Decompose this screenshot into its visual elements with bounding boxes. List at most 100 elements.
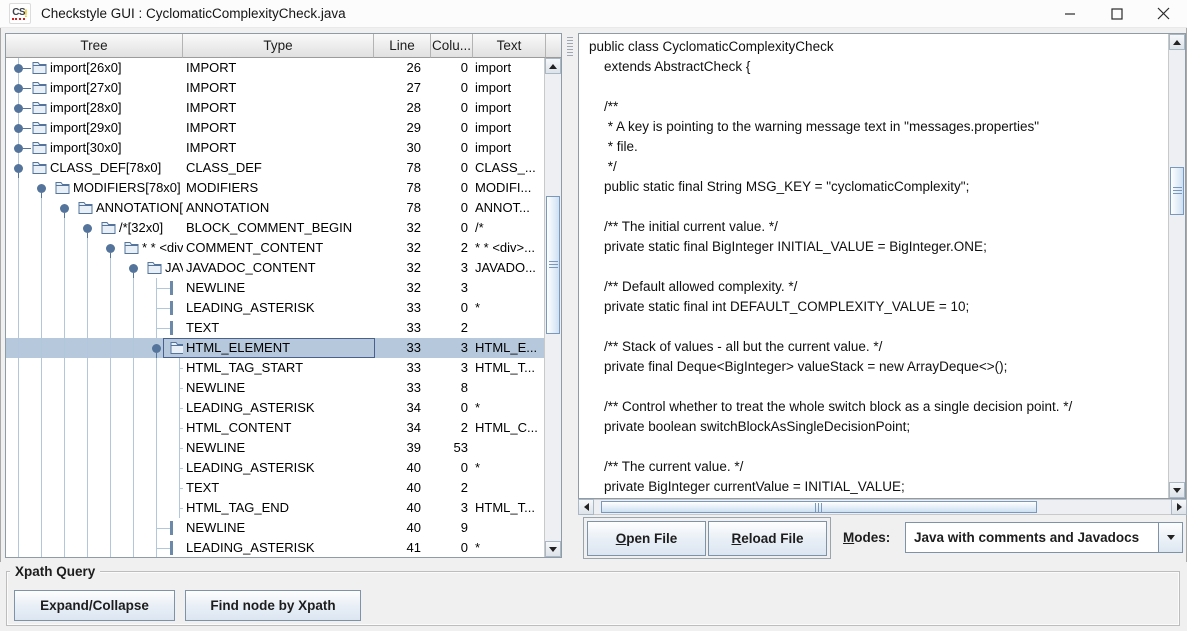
code-vertical-scrollbar[interactable] <box>1168 34 1185 498</box>
tree-node-label: import[30x0] <box>50 138 122 158</box>
scroll-up-button[interactable] <box>1169 34 1185 50</box>
tree-node-label: import[27x0] <box>50 78 122 98</box>
tree-guide-line <box>110 538 111 557</box>
expand-handle[interactable] <box>14 144 23 153</box>
folder-icon <box>32 81 47 94</box>
table-row[interactable]: import[27x0]IMPORT270import <box>6 78 544 98</box>
table-row[interactable]: NEWLINE323 <box>6 278 544 298</box>
expand-handle[interactable] <box>83 224 92 233</box>
table-row[interactable]: LEADING_ASTERISK400* <box>6 458 544 478</box>
minimize-icon <box>1064 8 1076 20</box>
table-row[interactable]: MODIFIERS[78x0]MODIFIERS780MODIFI... <box>6 178 544 198</box>
table-row[interactable]: /*[32x0]BLOCK_COMMENT_BEGIN320/* <box>6 218 544 238</box>
arrow-left-icon <box>584 503 589 511</box>
table-row[interactable]: import[29x0]IMPORT290import <box>6 118 544 138</box>
expand-handle[interactable] <box>14 124 23 133</box>
source-code-text[interactable]: public class CyclomaticComplexityCheck e… <box>579 34 1168 498</box>
modes-combobox[interactable]: Java with comments and Javadocs <box>905 522 1183 553</box>
scroll-up-button[interactable] <box>545 58 561 74</box>
text-cell: import <box>473 98 544 118</box>
column-header-text[interactable]: Text <box>473 34 546 58</box>
expand-handle[interactable] <box>14 84 23 93</box>
table-row[interactable]: JAVADOC_CONTENTJAVADOC_CONTENT323JAVADO.… <box>6 258 544 278</box>
column-header-tree[interactable]: Tree <box>6 34 183 58</box>
handle-stem <box>23 148 31 149</box>
text-cell: import <box>473 138 544 158</box>
tree-guide-line <box>110 498 111 518</box>
close-button[interactable] <box>1140 0 1187 27</box>
reload-file-button[interactable]: Reload File <box>708 521 827 556</box>
table-row[interactable]: import[26x0]IMPORT260import <box>6 58 544 78</box>
tree-guide-line <box>156 378 157 398</box>
table-row[interactable]: LEADING_ASTERISK330* <box>6 298 544 318</box>
minimize-button[interactable] <box>1046 0 1093 27</box>
tree-guide-line <box>41 198 42 218</box>
tree-guide-line <box>18 178 19 198</box>
table-row[interactable]: import[28x0]IMPORT280import <box>6 98 544 118</box>
column-cell: 3 <box>431 258 473 278</box>
expand-handle[interactable] <box>14 64 23 73</box>
table-row[interactable]: ANNOTATION[78x0]ANNOTATION780ANNOT... <box>6 198 544 218</box>
table-row[interactable]: NEWLINE409 <box>6 518 544 538</box>
open-file-button[interactable]: Open File <box>587 521 706 556</box>
expand-handle[interactable] <box>14 104 23 113</box>
find-node-by-xpath-button[interactable]: Find node by Xpath <box>185 590 361 621</box>
column-header-column[interactable]: Colu... <box>431 34 473 58</box>
tree-cell: * * <div>... <box>6 238 183 258</box>
tree-guide-line <box>41 298 42 318</box>
tree-guide-line <box>87 318 88 338</box>
scroll-down-button[interactable] <box>1169 482 1185 498</box>
table-row[interactable]: HTML_ELEMENT333HTML_E... <box>6 338 544 358</box>
line-cell: 26 <box>374 58 431 78</box>
tree-cell: ANNOTATION[78x0] <box>6 198 183 218</box>
expand-handle[interactable] <box>129 264 138 273</box>
split-pane-divider[interactable] <box>562 33 578 558</box>
combo-dropdown-button[interactable] <box>1158 523 1182 552</box>
expand-handle[interactable] <box>152 344 161 353</box>
tree-guide-line <box>87 398 88 418</box>
table-row[interactable]: HTML_TAG_START333HTML_T... <box>6 358 544 378</box>
tree-vertical-scrollbar[interactable] <box>544 58 561 557</box>
tree-guide-line <box>110 398 111 418</box>
table-row[interactable]: * * <div>...COMMENT_CONTENT322* * <div>.… <box>6 238 544 258</box>
line-cell: 32 <box>374 278 431 298</box>
arrow-right-icon <box>1177 503 1182 511</box>
expand-handle[interactable] <box>60 204 69 213</box>
table-row[interactable]: LEADING_ASTERISK410* <box>6 538 544 557</box>
tree-cell <box>6 378 183 398</box>
scroll-right-button[interactable] <box>1171 499 1187 515</box>
line-cell: 32 <box>374 258 431 278</box>
maximize-button[interactable] <box>1093 0 1140 27</box>
folder-icon <box>78 201 93 214</box>
column-header-type[interactable]: Type <box>183 34 374 58</box>
column-header-line[interactable]: Line <box>374 34 431 58</box>
scroll-thumb[interactable] <box>546 196 560 334</box>
type-cell: TEXT <box>183 478 374 498</box>
expand-handle[interactable] <box>106 244 115 253</box>
tree-guide-line <box>41 358 42 378</box>
scroll-thumb[interactable] <box>1170 167 1184 215</box>
table-row[interactable]: CLASS_DEF[78x0]CLASS_DEF780CLASS_... <box>6 158 544 178</box>
tree-guide-line <box>41 478 42 498</box>
tree-guide-line <box>133 518 134 538</box>
table-row[interactable]: LEADING_ASTERISK340* <box>6 398 544 418</box>
code-horizontal-scrollbar[interactable] <box>578 499 1187 515</box>
text-cell: HTML_T... <box>473 358 544 378</box>
scroll-down-button[interactable] <box>545 541 561 557</box>
tree-elbow-line <box>179 428 183 429</box>
expand-handle[interactable] <box>14 164 23 173</box>
table-row[interactable]: HTML_CONTENT342HTML_C... <box>6 418 544 438</box>
table-row[interactable]: NEWLINE338 <box>6 378 544 398</box>
scroll-left-button[interactable] <box>578 499 594 515</box>
expand-handle[interactable] <box>37 184 46 193</box>
tree-node-label: JAVADOC_CONTENT <box>165 258 183 278</box>
table-row[interactable]: NEWLINE3953 <box>6 438 544 458</box>
table-row[interactable]: TEXT332 <box>6 318 544 338</box>
table-row[interactable]: TEXT402 <box>6 478 544 498</box>
text-cell <box>473 378 544 398</box>
expand-collapse-button[interactable]: Expand/Collapse <box>14 590 175 621</box>
scroll-thumb[interactable] <box>601 501 1037 513</box>
table-row[interactable]: HTML_TAG_END403HTML_T... <box>6 498 544 518</box>
tree-guide-line <box>64 238 65 258</box>
table-row[interactable]: import[30x0]IMPORT300import <box>6 138 544 158</box>
